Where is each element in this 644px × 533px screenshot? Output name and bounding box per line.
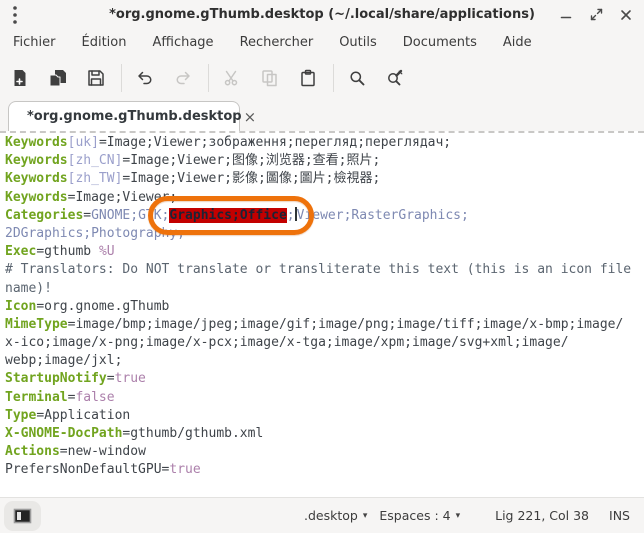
editor-lines: Keywords[uk]=Image;Viewer;зображення;пер… [5, 134, 644, 480]
insert-mode-label: INS [609, 508, 630, 523]
minimize-button[interactable] [558, 7, 574, 23]
menu-edition[interactable]: Édition [69, 32, 140, 53]
cut-icon [223, 69, 241, 87]
code-line: x-ico;image/x-png;image/x-pcx;image/x-tg… [5, 334, 644, 352]
statusbar: .desktop ▾ Espaces : 4 ▾ Lig 221, Col 38… [0, 497, 644, 533]
tab-close-icon[interactable]: × [242, 110, 259, 124]
code-line: Categories=GNOME;GTK;Graphics;Office;Vie… [5, 207, 644, 225]
menubar: Fichier Édition Affichage Rechercher Out… [0, 29, 644, 55]
window-menu-button[interactable] [2, 2, 28, 28]
code-line: name)! [5, 280, 644, 298]
code-line: Keywords[uk]=Image;Viewer;зображення;пер… [5, 134, 644, 152]
language-selector[interactable]: .desktop ▾ [304, 508, 367, 523]
menu-fichier[interactable]: Fichier [0, 32, 69, 53]
new-document-button[interactable] [6, 64, 34, 92]
window-title: *org.gnome.gThumb.desktop (~/.local/shar… [0, 7, 644, 22]
copy-icon [261, 69, 279, 87]
menu-outils[interactable]: Outils [326, 32, 390, 53]
undo-button[interactable] [131, 64, 159, 92]
menu-documents[interactable]: Documents [390, 32, 490, 53]
code-line: Terminal=false [5, 389, 644, 407]
close-icon [620, 9, 632, 21]
minimize-icon [560, 9, 572, 21]
kebab-icon [12, 5, 18, 25]
side-panel-icon [13, 508, 32, 524]
language-label: .desktop [304, 508, 358, 523]
open-document-icon [49, 69, 68, 87]
toolbar-separator [121, 64, 122, 92]
menu-rechercher[interactable]: Rechercher [227, 32, 327, 53]
xed-window: *org.gnome.gThumb.desktop (~/.local/shar… [0, 0, 644, 533]
close-button[interactable] [618, 7, 634, 23]
search-replace-button[interactable] [381, 64, 409, 92]
code-line: Actions=new-window [5, 443, 644, 461]
text-editor-area[interactable]: Keywords[uk]=Image;Viewer;зображення;пер… [0, 131, 644, 497]
save-icon [87, 69, 105, 87]
code-line: 2DGraphics;Photography; [5, 225, 644, 243]
code-line: StartupNotify=true [5, 370, 644, 388]
cut-button [218, 64, 246, 92]
code-line: # Translators: Do NOT translate or trans… [5, 261, 644, 279]
code-line: Keywords[zh_CN]=Image;Viewer;图像;浏览器;查看;照… [5, 152, 644, 170]
menu-affichage[interactable]: Affichage [139, 32, 226, 53]
code-line: PrefersNonDefaultGPU=true [5, 461, 644, 479]
search-button[interactable] [343, 64, 371, 92]
tab-org-gnome-gthumb-desktop[interactable]: *org.gnome.gThumb.desktop × [8, 101, 240, 131]
tab-width-selector[interactable]: Espaces : 4 ▾ [379, 508, 460, 523]
tab-label: *org.gnome.gThumb.desktop [27, 109, 242, 124]
redo-button [169, 64, 197, 92]
caret-down-icon: ▾ [456, 511, 461, 521]
cursor-position-label: Lig 221, Col 38 [495, 508, 589, 523]
undo-icon [136, 69, 154, 87]
search-replace-icon [386, 69, 405, 87]
redo-icon [174, 69, 192, 87]
toolbar-separator [208, 64, 209, 92]
code-line: webp;image/jxl; [5, 352, 644, 370]
caret-down-icon: ▾ [363, 511, 368, 521]
tab-width-label: Espaces : 4 [379, 508, 450, 523]
menu-aide[interactable]: Aide [490, 32, 545, 53]
search-icon [348, 69, 366, 87]
side-panel-toggle-button[interactable] [4, 501, 41, 531]
code-line: Type=Application [5, 407, 644, 425]
code-line: Keywords[zh_TW]=Image;Viewer;影像;圖像;圖片;檢視… [5, 170, 644, 188]
titlebar: *org.gnome.gThumb.desktop (~/.local/shar… [0, 0, 644, 29]
paste-button[interactable] [294, 64, 322, 92]
paste-icon [299, 69, 317, 87]
maximize-button[interactable] [588, 7, 604, 23]
save-document-button[interactable] [82, 64, 110, 92]
code-line: MimeType=image/bmp;image/jpeg;image/gif;… [5, 316, 644, 334]
toolbar-separator [333, 64, 334, 92]
copy-button [256, 64, 284, 92]
code-line: Exec=gthumb %U [5, 243, 644, 261]
code-line: X-GNOME-DocPath=gthumb/gthumb.xml [5, 425, 644, 443]
tabbar: *org.gnome.gThumb.desktop × [0, 100, 644, 131]
toolbar [0, 55, 644, 100]
code-line: Icon=org.gnome.gThumb [5, 298, 644, 316]
new-document-icon [11, 69, 29, 87]
open-document-button[interactable] [44, 64, 72, 92]
code-line: Keywords=Image;Viewer; [5, 189, 644, 207]
maximize-icon [590, 8, 603, 21]
